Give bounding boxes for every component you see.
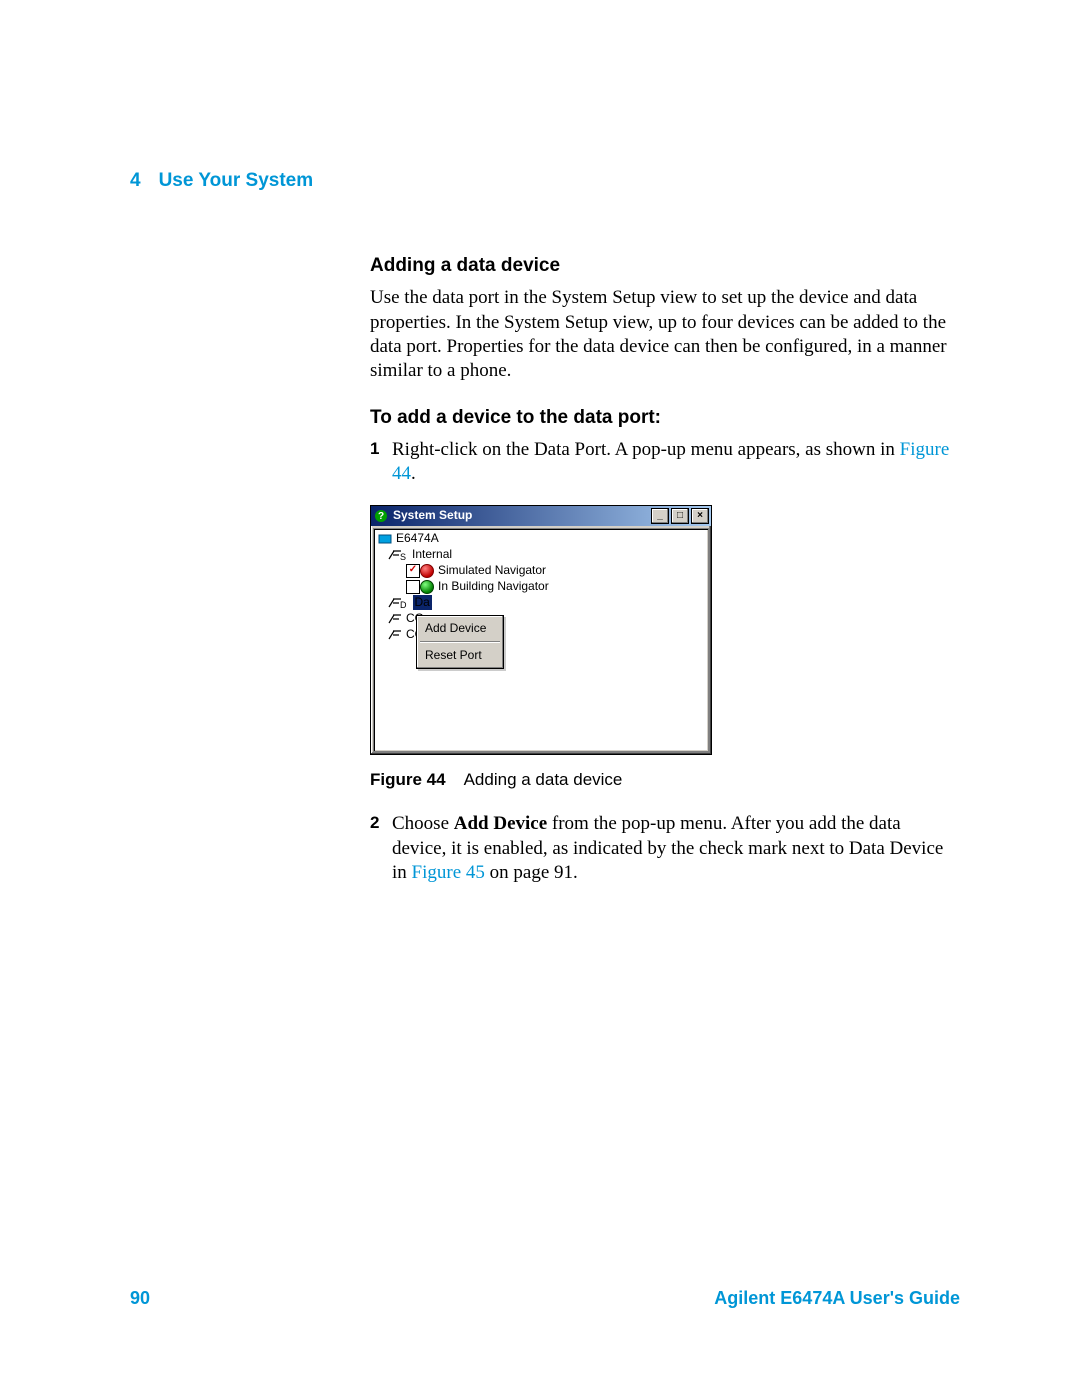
menu-add-device[interactable]: Add Device [419,618,501,639]
tree-root[interactable]: E6474A [378,531,704,547]
checkbox-icon: ✓ [406,564,420,578]
figure-text: Adding a data device [464,770,623,789]
window-title: System Setup [393,508,649,523]
step-2: 2 Choose Add Device from the pop-up menu… [370,812,950,885]
system-setup-window: ? System Setup _ □ × E6474A S Internal [370,505,712,755]
add-device-bold: Add Device [454,813,547,834]
title-bar[interactable]: ? System Setup _ □ × [371,506,711,526]
task-title: To add a device to the data port: [370,406,950,430]
tree-internal[interactable]: S Internal [378,547,704,563]
page-footer: 90 Agilent E6474A User's Guide [130,1288,960,1309]
svg-text:?: ? [378,511,384,522]
checkbox-empty-icon: ✓ [406,580,420,594]
tree-inbuilding-nav[interactable]: ✓ In Building Navigator [378,579,704,595]
maximize-button[interactable]: □ [671,508,689,524]
tree-data-port[interactable]: D Da [378,595,704,611]
step-text: Choose Add Device from the pop-up menu. … [392,812,950,885]
figure-45-link[interactable]: Figure 45 [412,862,485,883]
intro-paragraph: Use the data port in the System Setup vi… [370,286,950,383]
status-red-icon [420,564,434,578]
port-icon [388,612,402,626]
figure-caption: Figure 44 Adding a data device [370,769,950,791]
menu-separator [420,641,500,643]
port-icon [388,628,402,642]
chapter-number: 4 [130,170,141,191]
root-icon [378,532,392,546]
step-number: 2 [370,812,392,885]
section-title: Adding a data device [370,254,950,278]
status-green-icon [420,580,434,594]
chapter-title: Use Your System [159,170,314,191]
menu-reset-port[interactable]: Reset Port [419,645,501,666]
tree-sim-nav[interactable]: ✓ Simulated Navigator [378,563,704,579]
doc-title: Agilent E6474A User's Guide [714,1288,960,1309]
step-text: Right-click on the Data Port. A pop-up m… [392,438,950,487]
minimize-button[interactable]: _ [651,508,669,524]
step-number: 1 [370,438,392,487]
close-button[interactable]: × [691,508,709,524]
device-tree[interactable]: E6474A S Internal ✓ Simulated Navigator … [373,528,709,752]
step-1: 1 Right-click on the Data Port. A pop-up… [370,438,950,487]
body-content: Adding a data device Use the data port i… [370,254,950,885]
figure-label: Figure 44 [370,770,446,789]
page-number: 90 [130,1288,150,1309]
chapter-header: 4 Use Your System [130,170,960,192]
app-icon: ? [373,508,389,524]
context-menu: Add Device Reset Port [416,615,504,670]
